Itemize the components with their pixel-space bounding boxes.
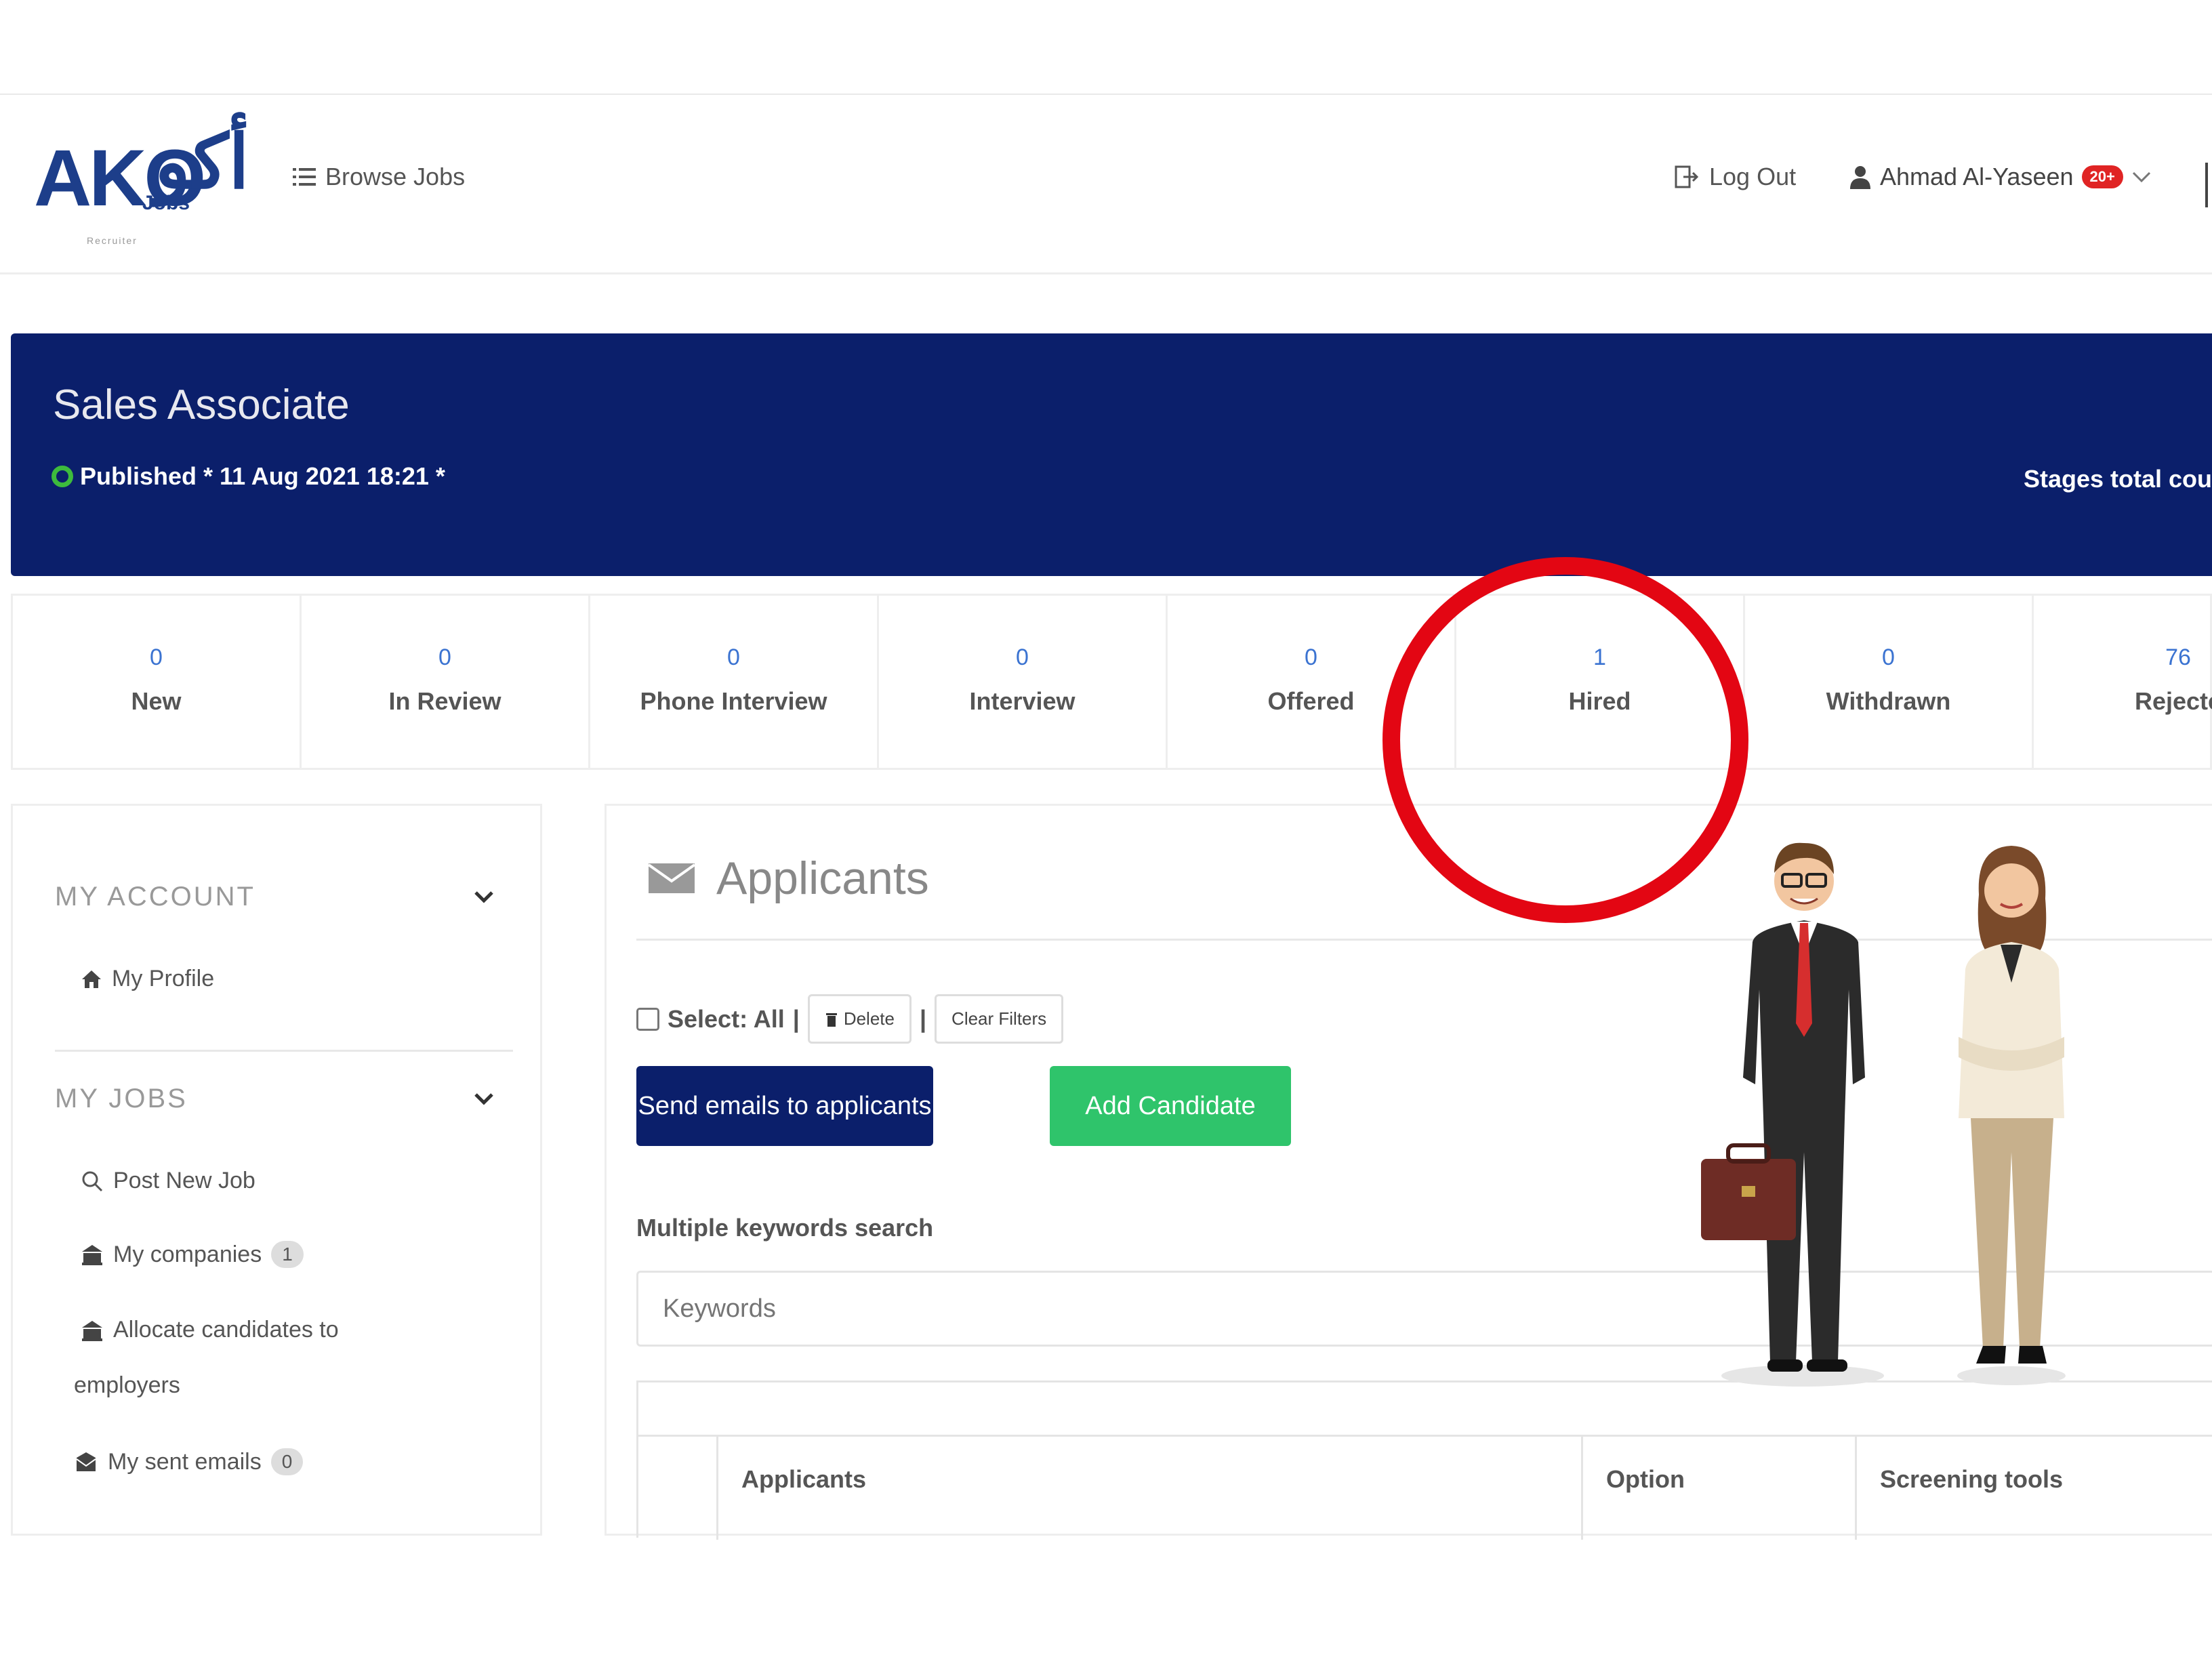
column-header-applicants[interactable]: Applicants — [718, 1437, 1583, 1540]
stage-phone-interview[interactable]: 0 Phone Interview — [590, 596, 879, 768]
envelope-tray-icon — [76, 1452, 96, 1471]
building-icon — [82, 1245, 102, 1265]
sidebar-item-label: My sent emails — [108, 1448, 262, 1475]
stages-row: 0 New 0 In Review 0 Phone Interview 0 In… — [11, 594, 2212, 770]
applicants-title: Applicants — [716, 853, 929, 904]
logo-jobs: Jobs — [142, 192, 190, 214]
stage-count: 0 — [727, 644, 740, 670]
stage-label: Phone Interview — [640, 687, 827, 715]
add-candidate-button[interactable]: Add Candidate — [1050, 1066, 1291, 1146]
send-emails-button[interactable]: Send emails to applicants — [636, 1066, 933, 1146]
list-icon — [293, 168, 316, 186]
logo[interactable]: AKO أكو Jobs Recruiter — [34, 121, 249, 254]
sidebar: MY ACCOUNT My Profile MY JOBS Post New J… — [11, 804, 542, 1536]
home-icon — [82, 970, 101, 988]
header-edge-divider — [2205, 163, 2208, 207]
logout-label: Log Out — [1709, 163, 1797, 190]
user-menu[interactable]: Ahmad Al-Yaseen 20+ — [1849, 163, 2152, 191]
keywords-search-label: Multiple keywords search — [636, 1214, 934, 1242]
job-meta-text: Published * 11 Aug 2021 18:21 * — [80, 462, 445, 490]
sidebar-item-allocate-candidates-cont[interactable]: employers — [74, 1372, 180, 1399]
stage-count: 0 — [1016, 644, 1029, 670]
logout-icon — [1675, 165, 1699, 188]
notification-badge: 20+ — [2081, 165, 2123, 188]
stages-total-count: Stages total cou — [2023, 465, 2212, 493]
sidebar-item-label: Post New Job — [113, 1168, 255, 1193]
my-account-heading[interactable]: MY ACCOUNT — [55, 882, 255, 912]
highlight-circle-hired — [1382, 557, 1748, 923]
user-icon — [1850, 166, 1870, 189]
stage-label: Withdrawn — [1826, 687, 1951, 715]
stage-label: Interview — [969, 687, 1076, 715]
user-name: Ahmad Al-Yaseen — [1880, 163, 2074, 190]
clear-filters-button[interactable]: Clear Filters — [935, 994, 1064, 1044]
sidebar-item-post-new-job[interactable]: Post New Job — [81, 1168, 255, 1194]
sidebar-item-allocate-candidates[interactable]: Allocate candidates to — [81, 1317, 339, 1343]
chevron-down-icon[interactable] — [474, 890, 494, 903]
select-all-checkbox[interactable] — [636, 1007, 659, 1031]
delete-label: Delete — [843, 1008, 895, 1029]
envelope-icon — [647, 863, 696, 893]
business-people-illustration — [1701, 842, 2066, 1387]
browse-jobs-link[interactable]: Browse Jobs — [293, 163, 465, 191]
select-all-label: Select: All — [668, 1004, 785, 1033]
logo-subtitle: Recruiter — [87, 235, 138, 246]
stage-count: 0 — [438, 644, 451, 670]
column-header-screening-tools[interactable]: Screening tools — [1857, 1437, 2212, 1540]
sent-emails-count-badge: 0 — [270, 1448, 304, 1475]
sidebar-item-my-profile[interactable]: My Profile — [81, 966, 214, 992]
chevron-down-icon[interactable] — [474, 1092, 494, 1105]
published-status-icon — [52, 466, 73, 487]
stage-count: 0 — [1882, 644, 1895, 670]
stage-withdrawn[interactable]: 0 Withdrawn — [1745, 596, 2034, 768]
trash-icon — [825, 1012, 837, 1027]
stage-label: In Review — [388, 687, 501, 715]
stage-rejected[interactable]: 76 Rejecte — [2034, 596, 2212, 768]
sidebar-item-label: employers — [74, 1372, 180, 1398]
applicants-heading: Applicants — [647, 852, 929, 905]
job-banner: Sales Associate Published * 11 Aug 2021 … — [11, 333, 2212, 576]
chevron-down-icon — [2132, 171, 2150, 183]
sidebar-divider — [55, 1050, 513, 1052]
stage-count: 0 — [150, 644, 163, 670]
column-header-option[interactable]: Option — [1583, 1437, 1857, 1540]
companies-count-badge: 1 — [271, 1241, 304, 1268]
applicants-table-header: Applicants Option Screening tools — [636, 1435, 2212, 1540]
job-meta: Published * 11 Aug 2021 18:21 * — [52, 462, 445, 491]
sidebar-item-label: My Profile — [112, 966, 215, 991]
selection-toolbar: Select: All | Delete | Clear Filters — [636, 994, 1064, 1044]
stage-in-review[interactable]: 0 In Review — [302, 596, 590, 768]
my-jobs-heading[interactable]: MY JOBS — [55, 1084, 188, 1114]
delete-button[interactable]: Delete — [807, 994, 912, 1044]
sidebar-item-my-companies[interactable]: My companies 1 — [81, 1241, 304, 1268]
select-column-header — [638, 1437, 718, 1540]
sidebar-item-label: My companies — [113, 1241, 262, 1267]
search-plus-icon — [82, 1171, 103, 1191]
browse-jobs-label: Browse Jobs — [325, 163, 466, 190]
building-icon — [82, 1320, 102, 1341]
stage-new[interactable]: 0 New — [13, 596, 302, 768]
sidebar-item-sent-emails[interactable]: My sent emails 0 — [74, 1448, 304, 1475]
stage-interview[interactable]: 0 Interview — [879, 596, 1168, 768]
separator: | — [919, 1004, 927, 1033]
job-title: Sales Associate — [53, 382, 350, 428]
separator: | — [792, 1004, 800, 1033]
stage-label: Rejecte — [2134, 687, 2212, 715]
clear-filters-label: Clear Filters — [951, 1008, 1047, 1029]
stage-label: New — [131, 687, 182, 715]
stage-count: 76 — [2165, 644, 2191, 670]
sidebar-item-label: Allocate candidates to — [113, 1317, 339, 1343]
logout-link[interactable]: Log Out — [1674, 163, 1796, 191]
